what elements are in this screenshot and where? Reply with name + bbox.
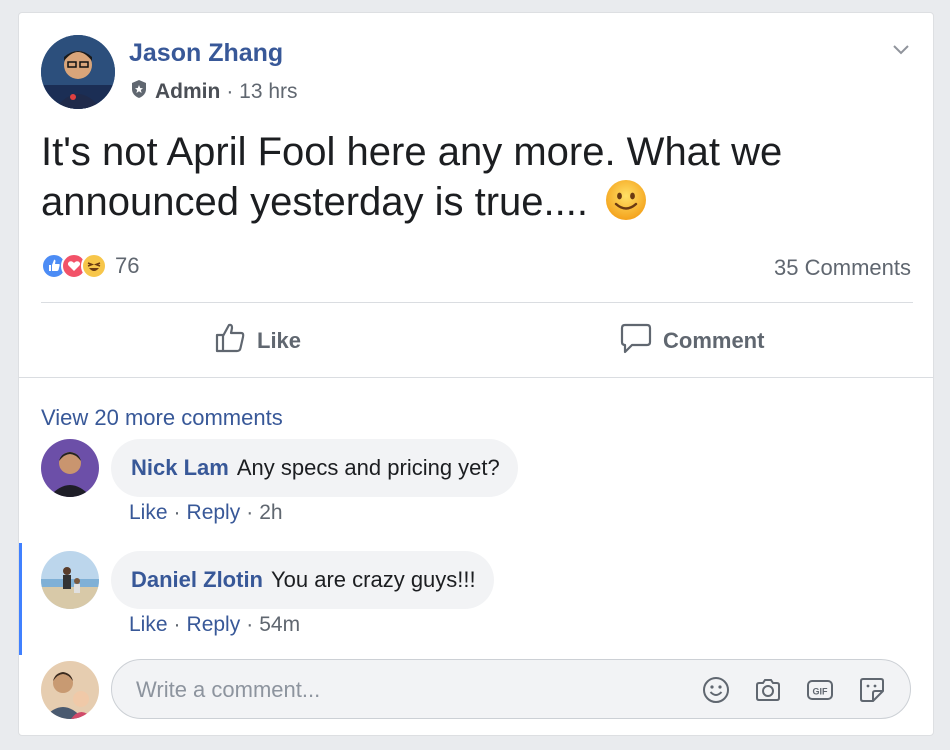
comment-bubble: Daniel Zlotin You are crazy guys!!!: [111, 551, 494, 609]
emoji-icon[interactable]: [702, 676, 730, 704]
author-avatar[interactable]: [41, 35, 115, 109]
post-meta: Admin · 13 hrs: [129, 79, 298, 105]
comment-bubble-icon: [619, 321, 653, 361]
new-comment-indicator: [19, 543, 22, 655]
comment-time[interactable]: 2h: [259, 501, 282, 525]
comments-count-link[interactable]: 35 Comments: [774, 255, 911, 281]
comment-composer: Write a comment... GIF: [41, 659, 911, 721]
divider: [19, 377, 933, 378]
view-more-comments-link[interactable]: View 20 more comments: [41, 405, 283, 431]
author-role: Admin: [155, 80, 221, 103]
smiley-emoji-icon: [605, 179, 647, 233]
comment-text: You are crazy guys!!!: [271, 567, 476, 592]
author-name[interactable]: Jason Zhang: [129, 39, 283, 68]
reactions-summary[interactable]: 76: [41, 253, 139, 279]
thumbs-up-icon: [213, 321, 247, 361]
gif-icon[interactable]: GIF: [806, 676, 834, 704]
separator: ·: [173, 501, 181, 524]
reaction-count: 76: [115, 253, 140, 278]
comment-input[interactable]: Write a comment... GIF: [111, 659, 911, 719]
commenter-name[interactable]: Daniel Zlotin: [131, 567, 263, 593]
separator: ·: [246, 501, 254, 524]
commenter-avatar[interactable]: [41, 551, 99, 609]
separator: ·: [173, 613, 181, 636]
current-user-avatar[interactable]: [41, 661, 99, 719]
separator: ·: [246, 613, 254, 636]
post-body: It's not April Fool here any more. What …: [41, 127, 861, 233]
like-button-label: Like: [257, 328, 302, 353]
comment-actions: Like · Reply · 54m: [129, 613, 300, 637]
sticker-icon[interactable]: [858, 676, 886, 704]
post-text: It's not April Fool here any more. What …: [41, 130, 783, 224]
comment-bubble: Nick Lam Any specs and pricing yet?: [111, 439, 518, 497]
like-button[interactable]: Like: [213, 321, 301, 361]
comment-reply-link[interactable]: Reply: [187, 501, 241, 525]
comment-reply-link[interactable]: Reply: [187, 613, 241, 637]
comment-input-placeholder: Write a comment...: [136, 677, 321, 702]
comment-like-link[interactable]: Like: [129, 501, 168, 525]
comment-actions: Like · Reply · 2h: [129, 501, 283, 525]
chevron-down-icon[interactable]: [891, 39, 911, 59]
commenter-name[interactable]: Nick Lam: [131, 455, 229, 481]
comment-text: Any specs and pricing yet?: [236, 455, 500, 480]
svg-text:GIF: GIF: [813, 687, 829, 697]
comment-button[interactable]: Comment: [619, 321, 764, 361]
comment-time[interactable]: 54m: [259, 613, 300, 637]
commenter-avatar[interactable]: [41, 439, 99, 497]
camera-icon[interactable]: [754, 676, 782, 704]
comment-like-link[interactable]: Like: [129, 613, 168, 637]
admin-badge-icon: [129, 79, 149, 105]
divider: [41, 302, 913, 303]
comment-button-label: Comment: [663, 328, 765, 353]
post-card: Jason Zhang Admin · 13 hrs It's not Apri…: [18, 12, 934, 736]
haha-reaction-icon: [81, 253, 107, 279]
post-time[interactable]: · 13 hrs: [226, 80, 297, 104]
